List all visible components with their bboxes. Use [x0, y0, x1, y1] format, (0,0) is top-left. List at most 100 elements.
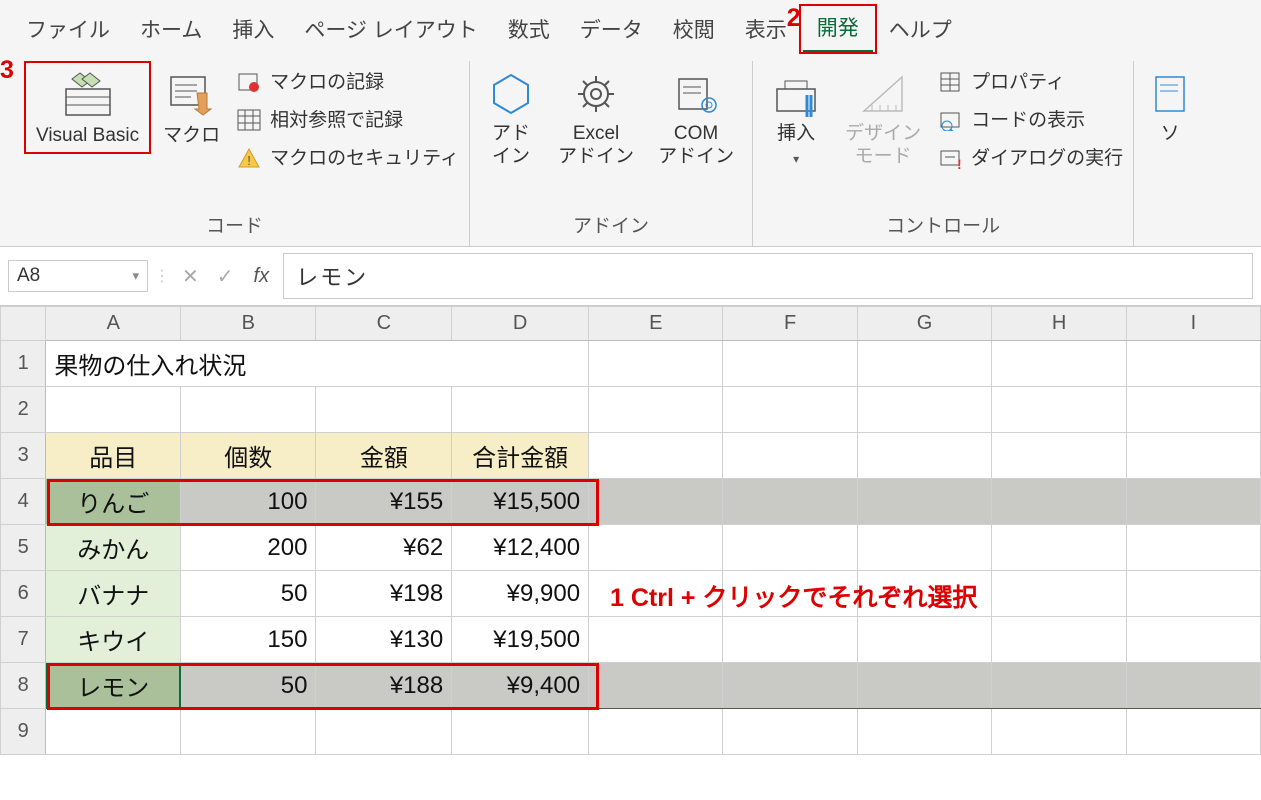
relative-reference-button[interactable]: 相対参照で記録 [236, 107, 459, 133]
cell[interactable]: ¥15,500 [452, 479, 589, 525]
cell[interactable] [1126, 479, 1260, 525]
menu-insert[interactable]: 挿入 [218, 10, 288, 52]
column-header[interactable]: I [1126, 307, 1260, 341]
cell[interactable]: 50 [181, 663, 316, 709]
cell[interactable]: 合計金額 [452, 433, 589, 479]
cell[interactable]: ¥130 [316, 617, 452, 663]
menu-page-layout[interactable]: ページ レイアウト [290, 10, 491, 52]
cell[interactable] [992, 387, 1126, 433]
cell[interactable] [1126, 387, 1260, 433]
column-header[interactable]: F [723, 307, 857, 341]
menu-file[interactable]: ファイル [12, 10, 124, 52]
cell[interactable] [589, 341, 723, 387]
cell[interactable] [723, 663, 857, 709]
cell[interactable] [589, 525, 723, 571]
cell[interactable]: ¥19,500 [452, 617, 589, 663]
cell[interactable]: 品目 [46, 433, 181, 479]
cell[interactable] [181, 709, 316, 755]
cell[interactable] [46, 709, 181, 755]
cell[interactable] [589, 433, 723, 479]
design-mode-button[interactable]: デザイン モード [837, 65, 929, 171]
column-header[interactable]: B [181, 307, 316, 341]
formula-input[interactable]: レモン [283, 253, 1253, 299]
cell[interactable] [857, 525, 991, 571]
cell[interactable] [992, 709, 1126, 755]
cell[interactable] [1126, 433, 1260, 479]
macros-button[interactable]: マクロ [155, 65, 228, 150]
cell[interactable]: キウイ [46, 617, 181, 663]
cell[interactable] [992, 663, 1126, 709]
cell[interactable] [992, 433, 1126, 479]
view-code-button[interactable]: コードの表示 [937, 107, 1123, 133]
cell[interactable]: 個数 [181, 433, 316, 479]
cell[interactable] [992, 571, 1126, 617]
addins-button[interactable]: アド イン [480, 65, 542, 171]
cell[interactable] [857, 617, 991, 663]
cell[interactable] [857, 341, 991, 387]
cell[interactable] [857, 387, 991, 433]
menu-help[interactable]: ヘルプ [875, 10, 966, 52]
cell[interactable]: 100 [181, 479, 316, 525]
row-header[interactable]: 7 [1, 617, 46, 663]
row-header[interactable]: 5 [1, 525, 46, 571]
enter-formula-button[interactable]: ✓ [211, 264, 240, 289]
menu-formulas[interactable]: 数式 [494, 10, 564, 52]
cell[interactable] [181, 387, 316, 433]
cell[interactable] [589, 479, 723, 525]
visual-basic-button[interactable]: 3 Visual Basic [28, 65, 147, 150]
row-header[interactable]: 2 [1, 387, 46, 433]
cell[interactable]: ¥9,400 [452, 663, 589, 709]
com-addins-button[interactable]: COM アドイン [650, 65, 742, 171]
cancel-formula-button[interactable]: ✕ [176, 264, 205, 289]
cell[interactable] [1126, 663, 1260, 709]
cell[interactable] [723, 617, 857, 663]
cell[interactable] [992, 617, 1126, 663]
cell[interactable] [992, 525, 1126, 571]
cell[interactable] [857, 433, 991, 479]
row-header[interactable]: 6 [1, 571, 46, 617]
cell[interactable] [857, 663, 991, 709]
cell[interactable] [1126, 617, 1260, 663]
cell[interactable]: ¥9,900 [452, 571, 589, 617]
cell[interactable]: みかん [46, 525, 181, 571]
cell[interactable]: ¥155 [316, 479, 452, 525]
cell[interactable] [992, 341, 1126, 387]
cell[interactable]: 果物の仕入れ状況 [46, 341, 589, 387]
row-header[interactable]: 1 [1, 341, 46, 387]
row-header[interactable]: 4 [1, 479, 46, 525]
cell[interactable] [723, 709, 857, 755]
cell[interactable] [723, 387, 857, 433]
run-dialog-button[interactable]: ! ダイアログの実行 [937, 145, 1123, 171]
cell-active[interactable]: レモン [46, 663, 181, 709]
cell[interactable]: ¥62 [316, 525, 452, 571]
cell[interactable]: 150 [181, 617, 316, 663]
cell[interactable] [1126, 341, 1260, 387]
column-header[interactable]: D [452, 307, 589, 341]
fx-icon[interactable]: fx [246, 265, 278, 288]
menu-review[interactable]: 校閲 [659, 10, 729, 52]
cell[interactable]: ¥12,400 [452, 525, 589, 571]
cell[interactable] [1126, 571, 1260, 617]
cell[interactable] [589, 387, 723, 433]
record-macro-button[interactable]: マクロの記録 [236, 69, 459, 95]
cell[interactable]: 50 [181, 571, 316, 617]
row-header[interactable]: 3 [1, 433, 46, 479]
menu-home[interactable]: ホーム [126, 10, 216, 52]
cell[interactable]: バナナ [46, 571, 181, 617]
select-all-corner[interactable] [1, 307, 46, 341]
column-header[interactable]: C [316, 307, 452, 341]
excel-addins-button[interactable]: Excel アドイン [550, 65, 642, 171]
cell[interactable] [1126, 525, 1260, 571]
cell[interactable]: ¥188 [316, 663, 452, 709]
cell[interactable] [723, 525, 857, 571]
name-box[interactable]: A8 ▾ [8, 260, 148, 292]
cell[interactable] [316, 709, 452, 755]
cell[interactable] [723, 433, 857, 479]
macro-security-button[interactable]: ! マクロのセキュリティ [236, 145, 459, 171]
cell[interactable] [589, 617, 723, 663]
row-header[interactable]: 9 [1, 709, 46, 755]
cell[interactable]: ¥198 [316, 571, 452, 617]
cell[interactable] [452, 387, 589, 433]
cell[interactable] [452, 709, 589, 755]
cell[interactable] [723, 479, 857, 525]
